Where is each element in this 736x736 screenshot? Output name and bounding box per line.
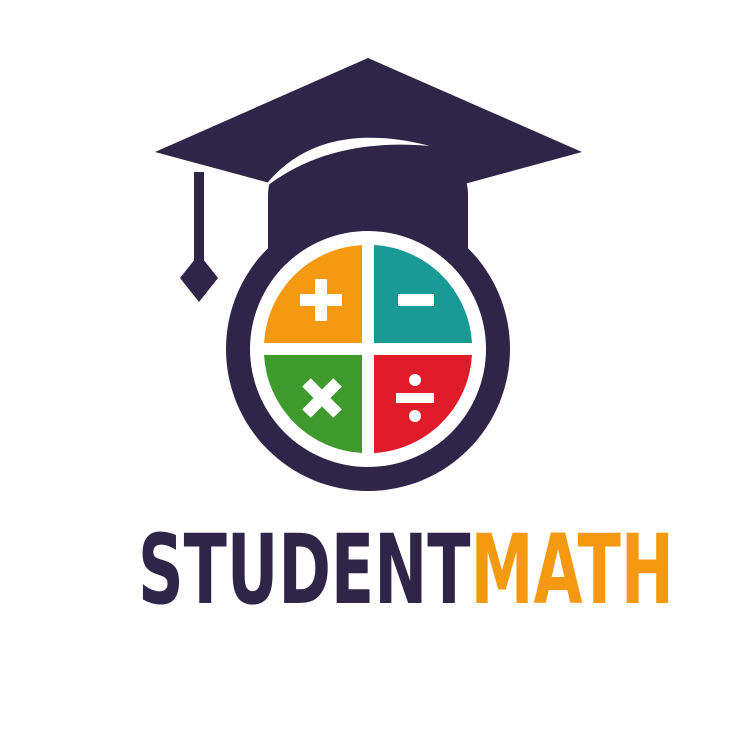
math-emblem (226, 207, 510, 491)
emblem-white-ring (250, 231, 486, 467)
tassel-string (194, 172, 204, 262)
tassel-end (180, 254, 218, 302)
brand-wordmark: STUDENTMATH (0, 515, 736, 625)
brand-name-student: STUDENT (138, 514, 471, 626)
brand-name-math: MATH (470, 514, 674, 626)
minus-icon (398, 294, 434, 306)
